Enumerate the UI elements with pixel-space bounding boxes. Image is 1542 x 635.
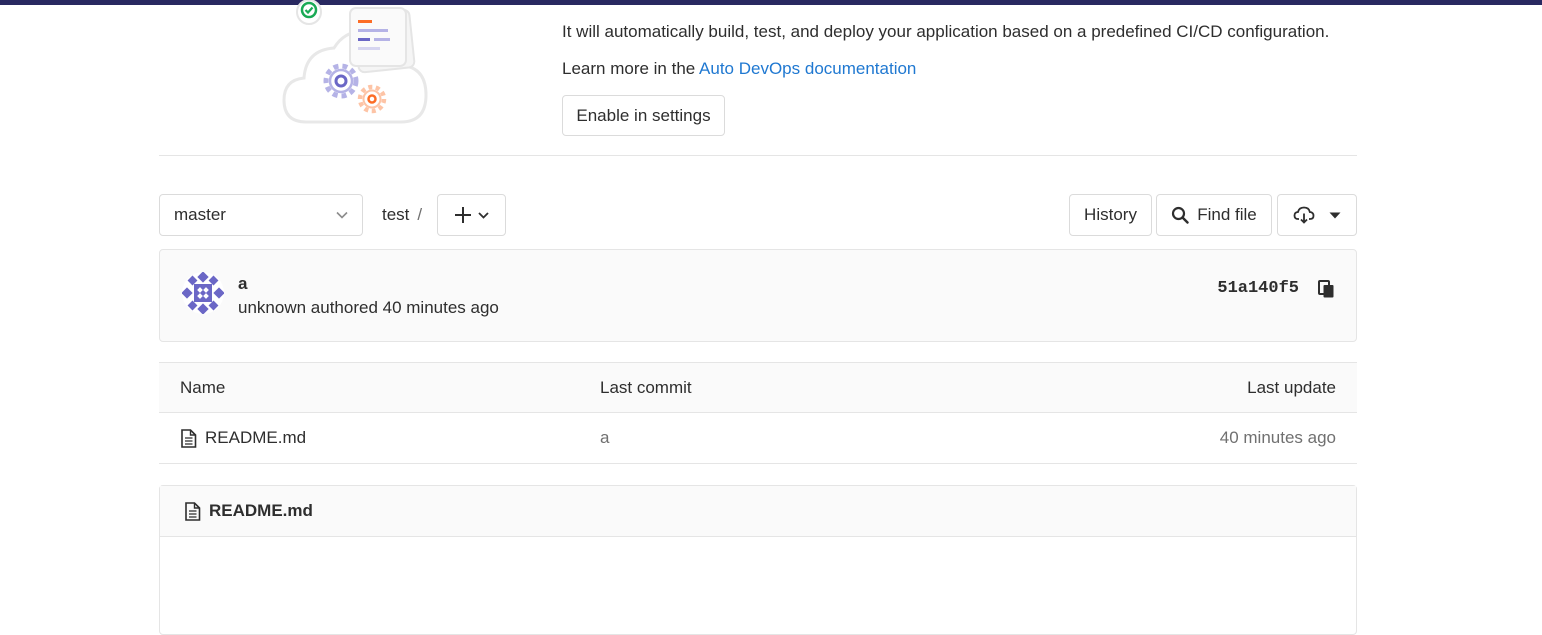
learn-more-prefix: Learn more in the bbox=[562, 59, 700, 78]
table-header: Name Last commit Last update bbox=[159, 362, 1357, 413]
commit-sha[interactable]: 51a140f5 bbox=[1217, 279, 1299, 298]
file-icon bbox=[180, 428, 197, 448]
section-divider bbox=[159, 155, 1357, 156]
cloud-download-icon bbox=[1293, 206, 1315, 224]
find-file-button[interactable]: Find file bbox=[1156, 194, 1272, 236]
branch-select[interactable]: master bbox=[159, 194, 363, 236]
auto-devops-description: It will automatically build, test, and d… bbox=[562, 22, 1330, 41]
readme-panel: README.md bbox=[159, 485, 1357, 635]
auto-devops-illustration bbox=[276, 0, 436, 130]
readme-title-link[interactable]: README.md bbox=[209, 501, 313, 521]
download-dropdown-button[interactable] bbox=[1277, 194, 1357, 236]
breadcrumb: test / bbox=[382, 194, 422, 236]
commit-authored-text: authored 40 minutes ago bbox=[310, 298, 499, 317]
file-last-commit-link[interactable]: a bbox=[600, 413, 609, 463]
last-commit-panel: a unknown authored 40 minutes ago 51a140… bbox=[159, 249, 1357, 342]
header-name: Name bbox=[180, 377, 226, 397]
history-button[interactable]: History bbox=[1069, 194, 1152, 236]
auto-devops-docs-link[interactable]: Auto DevOps documentation bbox=[699, 59, 916, 78]
file-last-update: 40 minutes ago bbox=[1219, 428, 1336, 447]
chevron-down-icon bbox=[478, 211, 489, 219]
breadcrumb-separator: / bbox=[417, 205, 423, 224]
avatar[interactable] bbox=[182, 272, 224, 314]
top-navbar-edge bbox=[0, 0, 1542, 5]
file-name-link[interactable]: README.md bbox=[205, 428, 306, 448]
file-tree-table: Name Last commit Last update README.md a… bbox=[159, 362, 1357, 464]
file-name-cell: README.md bbox=[180, 413, 306, 463]
add-to-tree-button[interactable] bbox=[437, 194, 506, 236]
learn-more-text: Learn more in the Auto DevOps documentat… bbox=[562, 59, 916, 79]
branch-name: master bbox=[174, 205, 226, 224]
commit-meta: unknown authored 40 minutes ago bbox=[238, 298, 499, 318]
breadcrumb-project[interactable]: test bbox=[382, 205, 409, 225]
find-file-label: Find file bbox=[1197, 205, 1257, 224]
table-row[interactable]: README.md a 40 minutes ago bbox=[159, 413, 1357, 464]
copy-icon[interactable] bbox=[1316, 279, 1336, 299]
header-last-update: Last update bbox=[1247, 377, 1336, 397]
chevron-down-icon bbox=[336, 211, 348, 219]
file-icon bbox=[184, 501, 201, 521]
commit-title[interactable]: a bbox=[238, 274, 247, 294]
commit-author[interactable]: unknown bbox=[238, 298, 306, 317]
enable-in-settings-button[interactable]: Enable in settings bbox=[562, 95, 725, 136]
header-last-commit: Last commit bbox=[600, 377, 692, 397]
plus-icon bbox=[454, 206, 472, 224]
caret-down-icon bbox=[1329, 212, 1341, 219]
search-icon bbox=[1171, 206, 1189, 224]
readme-header: README.md bbox=[160, 486, 1356, 537]
